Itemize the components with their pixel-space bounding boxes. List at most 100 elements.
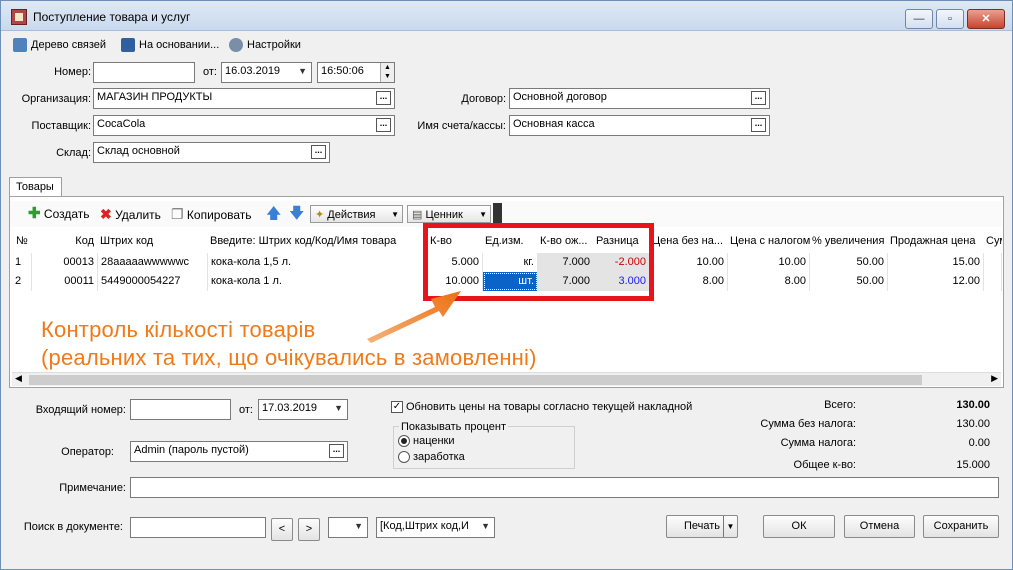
number-field[interactable] — [93, 62, 195, 83]
column-header[interactable]: Код — [34, 231, 96, 251]
select-organization-button[interactable]: ... — [376, 91, 391, 105]
move-down-button[interactable]: 🡇 — [289, 205, 304, 223]
price-with-tax-cell[interactable]: 8.00 — [728, 272, 810, 291]
scroll-left-icon[interactable]: ◀ — [15, 373, 22, 384]
links-tree-button[interactable]: Дерево связей — [13, 37, 106, 53]
markup-percent-cell[interactable]: 50.00 — [810, 272, 888, 291]
settings-button[interactable]: Настройки — [229, 37, 301, 53]
incoming-date-value: 17.03.2019 — [262, 402, 318, 414]
sale-price-cell[interactable]: 12.00 — [888, 272, 984, 291]
based-on-button[interactable]: На основании... — [121, 37, 219, 53]
tab-goods[interactable]: Товары — [9, 177, 62, 197]
cancel-button[interactable]: Отмена — [844, 515, 915, 538]
annotation-line-1: Контроль кількості товарів — [41, 317, 316, 342]
code-cell[interactable]: 00011 — [32, 272, 98, 291]
search-fields-select[interactable]: [Код,Штрих код,И ▼ — [376, 517, 495, 538]
supplier-field[interactable]: CocaCola... — [93, 115, 395, 136]
minimize-button[interactable]: — — [905, 9, 933, 29]
barcode-cell[interactable]: 28aaaaawwwwwc — [98, 253, 208, 272]
warehouse-value: Склад основной — [97, 145, 180, 157]
close-button[interactable]: ✕ — [967, 9, 1005, 29]
markup-radio[interactable]: наценки — [398, 435, 455, 448]
column-header[interactable]: № — [14, 231, 34, 251]
scrollbar-thumb[interactable] — [29, 375, 922, 385]
total-label: Всего: — [824, 399, 856, 411]
organization-field[interactable]: МАГАЗИН ПРОДУКТЫ... — [93, 88, 395, 109]
update-prices-label: Обновить цены на товары согласно текущей… — [406, 401, 693, 413]
contract-field[interactable]: Основной договор... — [509, 88, 770, 109]
search-mode-select[interactable]: ▼ — [328, 517, 368, 538]
chevron-down-icon: ▼ — [298, 66, 307, 76]
time-field[interactable]: 16:50:06 ▲ ▼ — [317, 62, 395, 83]
price-no-tax-cell[interactable]: 10.00 — [650, 253, 728, 272]
create-label: Создать — [43, 207, 90, 221]
select-warehouse-button[interactable]: ... — [311, 145, 326, 159]
markup-percent-cell[interactable]: 50.00 — [810, 253, 888, 272]
print-button[interactable]: Печать ▼ — [666, 515, 738, 538]
update-prices-checkbox[interactable]: ✓ Обновить цены на товары согласно текуще… — [391, 401, 693, 414]
profit-radio[interactable]: заработка — [398, 451, 465, 464]
note-field[interactable] — [130, 477, 999, 498]
create-button[interactable]: ✚ Создать — [28, 205, 90, 223]
based-on-label: На основании... — [139, 39, 220, 51]
select-contract-button[interactable]: ... — [751, 91, 766, 105]
arrow-up-icon: 🡅 — [266, 205, 282, 222]
account-label: Имя счета/кассы: — [417, 120, 506, 132]
sale-price-cell[interactable]: 15.00 — [888, 253, 984, 272]
code-cell[interactable]: 00013 — [32, 253, 98, 272]
row-number-cell[interactable]: 1 — [12, 253, 32, 272]
price-with-tax-cell[interactable]: 10.00 — [728, 253, 810, 272]
product-name-cell[interactable]: кока-кола 1,5 л. — [208, 253, 428, 272]
title-bar: Поступление товара и услуг — ▫ ✕ — [1, 1, 1012, 31]
move-up-button[interactable]: 🡅 — [266, 205, 281, 223]
warehouse-field[interactable]: Склад основной... — [93, 142, 330, 163]
operator-field[interactable]: Admin (пароль пустой)... — [130, 441, 348, 462]
ok-button[interactable]: ОК — [763, 515, 835, 538]
column-header[interactable]: Штрих код — [98, 231, 208, 251]
supplier-label: Поставщик: — [31, 120, 91, 132]
spinner-icon[interactable]: ▲ ▼ — [380, 63, 394, 82]
select-operator-button[interactable]: ... — [329, 444, 344, 458]
price-no-tax-cell[interactable]: 8.00 — [650, 272, 728, 291]
sum-cell[interactable] — [984, 253, 1002, 272]
plus-icon: ✚ — [28, 205, 41, 222]
toolbar-overflow-button[interactable] — [493, 203, 502, 225]
incoming-number-field[interactable] — [130, 399, 231, 420]
select-account-button[interactable]: ... — [751, 118, 766, 132]
search-input[interactable] — [130, 517, 266, 538]
search-next-button[interactable]: > — [298, 518, 320, 541]
date-field[interactable]: 16.03.2019 ▼ — [221, 62, 312, 83]
horizontal-scrollbar[interactable]: ◀ ▶ — [12, 372, 1001, 386]
price-tag-label: Ценник — [425, 209, 463, 221]
barcode-cell[interactable]: 5449000054227 — [98, 272, 208, 291]
incoming-date-field[interactable]: 17.03.2019 ▼ — [258, 399, 348, 420]
column-header[interactable]: Цена без на... — [650, 231, 726, 251]
column-header[interactable]: Введите: Штрих код/Код/Имя товара — [208, 231, 424, 251]
document-stack-icon — [121, 38, 135, 53]
copy-icon: ❐ — [171, 206, 184, 222]
maximize-button[interactable]: ▫ — [936, 9, 964, 29]
select-supplier-button[interactable]: ... — [376, 118, 391, 132]
arrow-down-icon: 🡇 — [289, 205, 305, 222]
copy-button[interactable]: ❐ Копировать — [171, 205, 252, 223]
radio-empty-icon — [398, 451, 410, 464]
warehouse-label: Склад: — [56, 147, 91, 159]
chevron-down-icon[interactable]: ▼ — [723, 516, 737, 537]
time-value: 16:50:06 — [321, 65, 364, 77]
column-header[interactable]: Продажная цена — [888, 231, 984, 251]
column-header[interactable]: Цена с налогом — [728, 231, 810, 251]
save-button[interactable]: Сохранить — [923, 515, 999, 538]
price-tag-button[interactable]: ▤ Ценник ▼ — [407, 205, 491, 223]
column-header[interactable]: Сум — [984, 231, 1002, 251]
actions-button[interactable]: ✦ Действия ▼ — [310, 205, 403, 223]
sum-cell[interactable] — [984, 272, 1002, 291]
column-header[interactable]: % увеличения — [810, 231, 888, 251]
note-label: Примечание: — [59, 482, 126, 494]
row-number-cell[interactable]: 2 — [12, 272, 32, 291]
search-previous-button[interactable]: < — [271, 518, 293, 541]
annotation-arrow-icon — [367, 291, 461, 343]
delete-button[interactable]: ✖ Удалить — [100, 205, 161, 223]
account-field[interactable]: Основная касса... — [509, 115, 770, 136]
incoming-number-label: Входящий номер: — [35, 404, 126, 416]
scroll-right-icon[interactable]: ▶ — [991, 373, 998, 384]
